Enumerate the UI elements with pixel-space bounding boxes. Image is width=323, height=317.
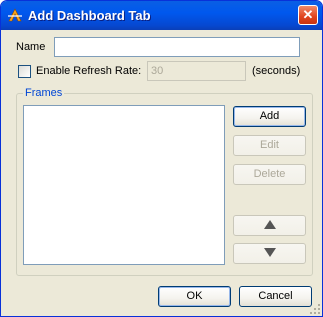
dialog-title: Add Dashboard Tab <box>28 8 151 23</box>
edit-frame-label: Edit <box>260 139 279 151</box>
cancel-label: Cancel <box>258 290 293 302</box>
add-frame-label: Add <box>259 110 280 122</box>
resize-grip-icon[interactable] <box>310 304 320 314</box>
delete-frame-button[interactable]: Delete <box>233 164 306 185</box>
ok-button[interactable]: OK <box>158 286 231 307</box>
up-arrow-icon <box>263 220 276 229</box>
title-bar[interactable]: Add Dashboard Tab ✕ <box>1 1 322 30</box>
frames-list[interactable] <box>23 105 225 265</box>
refresh-rate-input[interactable] <box>147 61 246 81</box>
move-frame-down-button[interactable] <box>233 243 306 264</box>
refresh-rate-label: Enable Refresh Rate: <box>36 65 142 77</box>
edit-frame-button[interactable]: Edit <box>233 135 306 156</box>
dialog-window: Add Dashboard Tab ✕ Name Enable Refresh … <box>0 0 323 317</box>
move-frame-up-button[interactable] <box>233 215 306 236</box>
cancel-button[interactable]: Cancel <box>239 286 312 307</box>
name-input[interactable] <box>54 37 300 57</box>
refresh-rate-checkbox[interactable] <box>18 65 31 78</box>
down-arrow-icon <box>263 248 276 257</box>
refresh-rate-unit: (seconds) <box>252 65 301 77</box>
frames-group-label: Frames <box>23 87 65 99</box>
ok-label: OK <box>186 290 203 302</box>
add-frame-button[interactable]: Add <box>233 106 306 127</box>
close-button[interactable]: ✕ <box>298 5 318 25</box>
delete-frame-label: Delete <box>253 168 286 180</box>
app-logo-icon <box>8 8 22 22</box>
name-label: Name <box>16 41 46 53</box>
